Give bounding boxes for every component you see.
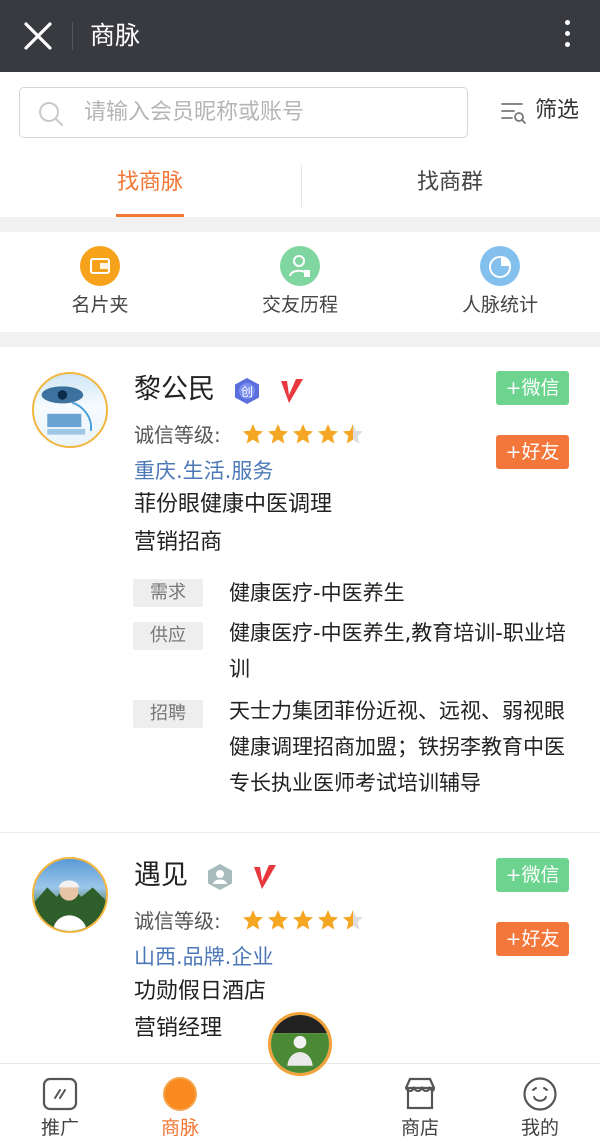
section-divider xyxy=(0,332,600,347)
me-icon xyxy=(522,1076,558,1112)
card-holder-icon xyxy=(80,246,120,286)
star-full xyxy=(293,424,313,444)
member-name: 遇见 xyxy=(134,860,188,891)
nav-network[interactable]: 商脉 xyxy=(120,1064,240,1147)
add-wechat-button[interactable]: +微信 xyxy=(496,371,569,405)
tool-contact-stats[interactable]: 人脉统计 xyxy=(400,246,600,322)
nav-label: 商脉 xyxy=(160,1117,199,1139)
friend-history-icon xyxy=(280,246,320,286)
tool-label: 名片夹 xyxy=(71,294,129,316)
tool-card-holder[interactable]: 名片夹 xyxy=(0,246,200,322)
network-icon xyxy=(162,1076,198,1112)
star-full xyxy=(243,424,263,444)
star-half xyxy=(343,910,363,930)
search-input[interactable]: 请输入会员昵称或账号 xyxy=(19,87,468,138)
rating-stars xyxy=(243,910,363,930)
nav-shop[interactable]: 商店 xyxy=(360,1064,480,1147)
more-vertical-icon[interactable] xyxy=(562,20,572,52)
tab-bar: 找商脉 找商群 xyxy=(0,155,600,217)
star-full xyxy=(318,424,338,444)
tab-label: 找商脉 xyxy=(116,170,183,195)
nav-me[interactable]: 我的 xyxy=(480,1064,600,1147)
home-ball-icon[interactable] xyxy=(268,1012,332,1076)
topbar-divider xyxy=(72,22,73,50)
avatar[interactable] xyxy=(32,372,108,448)
tag-supply-text: 健康医疗-中医养生,教育培训-职业培训 xyxy=(229,621,566,681)
user-badge-icon xyxy=(208,864,232,890)
tool-friend-history[interactable]: 交友历程 xyxy=(200,246,400,322)
pie-chart-icon xyxy=(480,246,520,286)
section-divider xyxy=(0,217,600,232)
star-full xyxy=(243,910,263,930)
star-full xyxy=(268,910,288,930)
search-icon xyxy=(39,102,63,126)
credit-label: 诚信等级: xyxy=(134,909,221,933)
member-location[interactable]: 重庆.生活.服务 xyxy=(134,456,273,486)
nav-label: 我的 xyxy=(520,1117,559,1139)
add-wechat-button[interactable]: +微信 xyxy=(496,858,569,892)
member-location[interactable]: 山西.品牌.企业 xyxy=(134,942,273,972)
tab-label: 找商群 xyxy=(416,170,483,195)
promote-icon xyxy=(42,1076,78,1112)
nav-label: 商店 xyxy=(400,1117,439,1139)
member-position: 营销经理 xyxy=(134,1016,223,1041)
avatar[interactable] xyxy=(32,857,108,933)
top-bar: 商脉 xyxy=(0,0,600,72)
member-name: 黎公民 xyxy=(134,374,215,405)
member-company: 菲份眼健康中医调理 xyxy=(134,492,333,517)
tag-recruit: 招聘 xyxy=(133,700,203,728)
star-full xyxy=(268,424,288,444)
verified-v-icon xyxy=(254,865,276,889)
tool-label: 人脉统计 xyxy=(461,294,538,316)
tab-find-contacts[interactable]: 找商脉 xyxy=(0,155,300,217)
nav-label: 推广 xyxy=(40,1117,79,1139)
tag-demand: 需求 xyxy=(133,579,203,607)
close-icon[interactable] xyxy=(20,18,56,54)
credit-label: 诚信等级: xyxy=(134,423,221,447)
rating-stars xyxy=(243,424,363,444)
star-full xyxy=(318,910,338,930)
filter-label: 筛选 xyxy=(535,98,580,123)
tag-recruit-text: 天士力集团菲份近视、远视、弱视眼健康调理招商加盟；铁拐李教育中医专长执业医师考试… xyxy=(229,699,565,795)
shop-icon xyxy=(402,1076,438,1112)
member-card[interactable]: 黎公民 创 +微信 +好友 诚信等级: 重庆.生活.服务 菲份眼健康中医调理 营… xyxy=(0,347,600,832)
badge-text: 创 xyxy=(241,385,253,399)
page-title: 商脉 xyxy=(90,21,141,50)
tab-divider xyxy=(301,165,302,207)
member-company: 功勋假日酒店 xyxy=(134,979,267,1004)
verified-v-icon xyxy=(281,379,303,403)
tab-find-groups[interactable]: 找商群 xyxy=(300,155,600,217)
add-friend-button[interactable]: +好友 xyxy=(496,435,569,469)
nav-promote[interactable]: 推广 xyxy=(0,1064,120,1147)
star-half xyxy=(343,424,363,444)
search-placeholder: 请输入会员昵称或账号 xyxy=(84,100,305,125)
add-friend-button[interactable]: +好友 xyxy=(496,922,569,956)
tag-supply: 供应 xyxy=(133,622,203,650)
member-position: 营销招商 xyxy=(134,530,223,555)
tool-label: 交友历程 xyxy=(261,294,338,316)
star-full xyxy=(293,910,313,930)
filter-icon xyxy=(501,103,526,124)
creator-badge-icon: 创 xyxy=(235,378,259,404)
tag-demand-text: 健康医疗-中医养生 xyxy=(229,581,405,605)
